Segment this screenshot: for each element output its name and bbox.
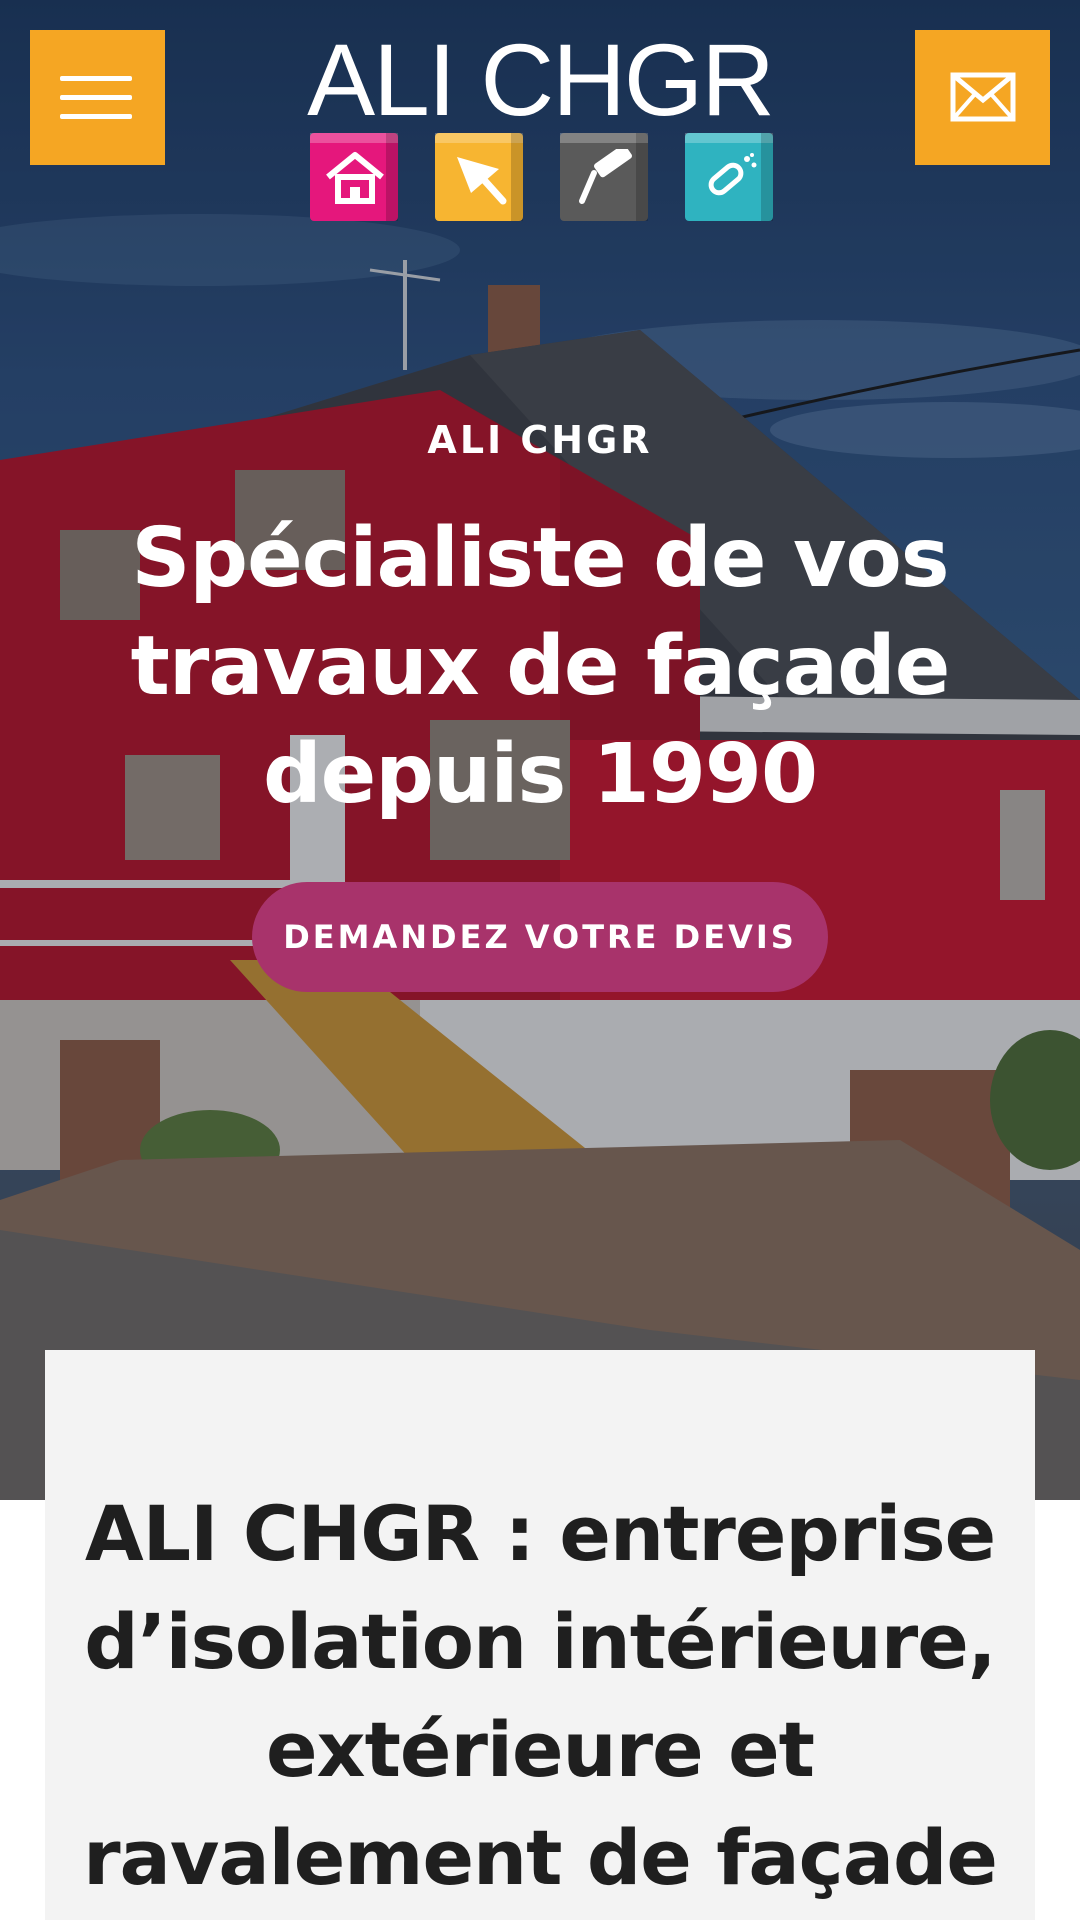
logo-text: ALI CHGR	[307, 23, 775, 137]
logo[interactable]: ALI CHGR	[300, 28, 780, 228]
envelope-icon	[950, 72, 1016, 122]
house-icon	[310, 133, 398, 221]
logo-cubes	[310, 133, 780, 223]
spray-gun-icon	[685, 133, 773, 221]
hero-title: Spécialiste de vos travaux de façade dep…	[130, 511, 951, 822]
intro-card: ALI CHGR : entreprise d’isolation intéri…	[45, 1350, 1035, 1920]
request-quote-button[interactable]: DEMANDEZ VOTRE DEVIS	[252, 882, 828, 992]
menu-button[interactable]	[30, 30, 165, 165]
contact-mail-button[interactable]	[915, 30, 1050, 165]
paint-roller-icon	[560, 133, 648, 221]
trowel-icon	[435, 133, 523, 221]
hero-kicker: ALI CHGR	[427, 418, 653, 462]
intro-heading: ALI CHGR : entreprise d’isolation intéri…	[83, 1489, 998, 1902]
